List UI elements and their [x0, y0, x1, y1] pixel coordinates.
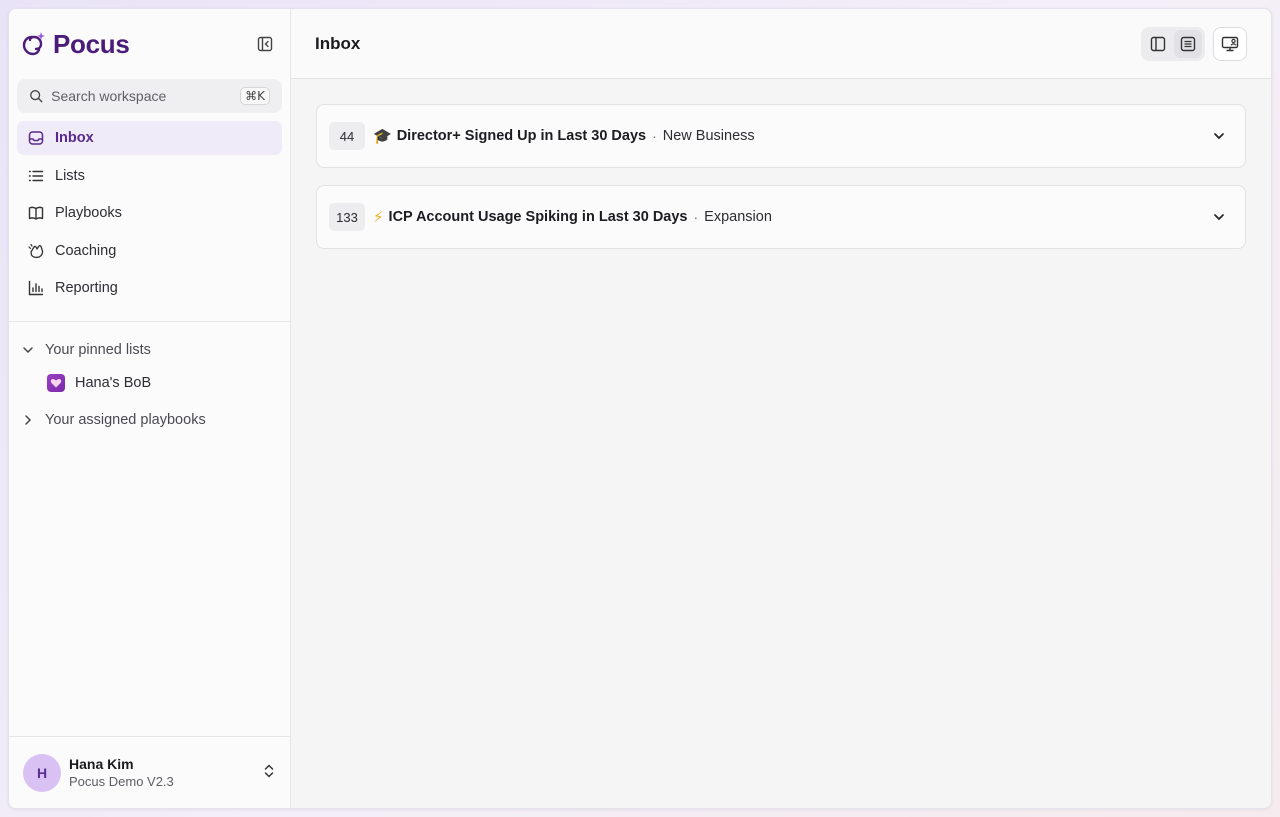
nav-item-reporting[interactable]: Reporting — [17, 271, 282, 305]
view-toggle — [1141, 26, 1205, 61]
inbox-card[interactable]: 133 ⚡ ICP Account Usage Spiking in Last … — [316, 185, 1246, 249]
app-window: Pocus ⌘K Inbox — [8, 8, 1272, 809]
chevron-up-down-icon[interactable] — [262, 763, 276, 782]
main-nav: Inbox Lists Playbooks Coaching Reporting — [9, 121, 290, 309]
search-input[interactable] — [51, 88, 233, 104]
card-title: Director+ Signed Up in Last 30 Days — [396, 128, 647, 144]
split-view-button[interactable] — [1144, 30, 1172, 58]
main-panel: Inbox 44 🎓 Director+ Signed Up in Last 3… — [291, 9, 1271, 808]
count-badge: 133 — [329, 203, 365, 231]
card-category: New Business — [662, 128, 755, 144]
nav-item-playbooks[interactable]: Playbooks — [17, 196, 282, 230]
panel-left-icon — [1150, 36, 1166, 51]
chevron-down-icon — [23, 346, 33, 353]
chevron-right-icon — [25, 414, 32, 425]
assigned-playbooks-label: Your assigned playbooks — [45, 411, 206, 428]
chevron-down-icon[interactable] — [1211, 128, 1227, 144]
list-view-button[interactable] — [1174, 29, 1202, 58]
nav-item-label: Coaching — [55, 242, 117, 259]
topbar: Inbox — [291, 9, 1271, 79]
search-shortcut-badge: ⌘K — [240, 87, 270, 105]
search-icon — [30, 90, 43, 103]
pocus-logo-icon — [22, 32, 45, 56]
pinned-lists-toggle[interactable]: Your pinned lists — [21, 334, 280, 366]
nav-item-label: Inbox — [55, 130, 94, 146]
heart-icon — [47, 373, 65, 392]
pinned-lists-label: Your pinned lists — [45, 341, 151, 358]
user-org: Pocus Demo V2.3 — [69, 774, 174, 789]
bar-chart-icon — [27, 279, 45, 297]
count-badge: 44 — [329, 122, 365, 150]
nav-item-label: Reporting — [55, 280, 118, 296]
brand-bar: Pocus — [9, 9, 290, 79]
pinned-list-label: Hana's BoB — [75, 374, 152, 391]
user-menu[interactable]: H Hana Kim Pocus Demo V2.3 — [9, 736, 290, 808]
lightning-icon: ⚡ — [373, 208, 384, 226]
user-info: Hana Kim Pocus Demo V2.3 — [69, 756, 174, 789]
card-separator: · — [693, 209, 699, 225]
graduation-cap-icon: 🎓 — [373, 127, 392, 145]
nav-item-label: Playbooks — [55, 205, 122, 221]
nav-item-label: Lists — [55, 167, 85, 184]
nav-item-inbox[interactable]: Inbox — [17, 121, 282, 155]
assigned-playbooks-toggle[interactable]: Your assigned playbooks — [21, 404, 280, 436]
collapse-sidebar-button[interactable] — [254, 33, 276, 55]
present-button[interactable] — [1213, 26, 1247, 61]
inbox-icon — [27, 129, 45, 147]
list-icon — [27, 167, 45, 185]
sidebar: Pocus ⌘K Inbox — [9, 9, 291, 808]
sidebar-collapse-icon — [257, 36, 273, 52]
page-title: Inbox — [315, 33, 361, 53]
coaching-icon — [27, 242, 45, 260]
view-controls — [1141, 26, 1247, 61]
logo[interactable]: Pocus — [21, 29, 130, 60]
monitor-user-icon — [1221, 36, 1239, 51]
avatar: H — [23, 753, 61, 792]
user-name: Hana Kim — [69, 756, 134, 772]
pinned-list-item[interactable]: Hana's BoB — [21, 366, 280, 400]
book-icon — [27, 204, 45, 222]
list-view-icon — [1180, 36, 1196, 51]
inbox-card[interactable]: 44 🎓 Director+ Signed Up in Last 30 Days… — [316, 104, 1246, 168]
nav-item-coaching[interactable]: Coaching — [17, 234, 282, 268]
logo-text: Pocus — [53, 28, 130, 59]
inbox-list: 44 🎓 Director+ Signed Up in Last 30 Days… — [291, 79, 1271, 291]
nav-item-lists[interactable]: Lists — [17, 159, 282, 193]
search-box[interactable]: ⌘K — [17, 79, 282, 113]
card-separator: · — [652, 128, 657, 144]
pinned-lists-section: Your pinned lists Hana's BoB Your assign… — [9, 322, 290, 436]
card-title: ICP Account Usage Spiking in Last 30 Day… — [388, 209, 688, 225]
chevron-down-icon[interactable] — [1211, 209, 1227, 225]
card-category: Expansion — [704, 209, 772, 225]
